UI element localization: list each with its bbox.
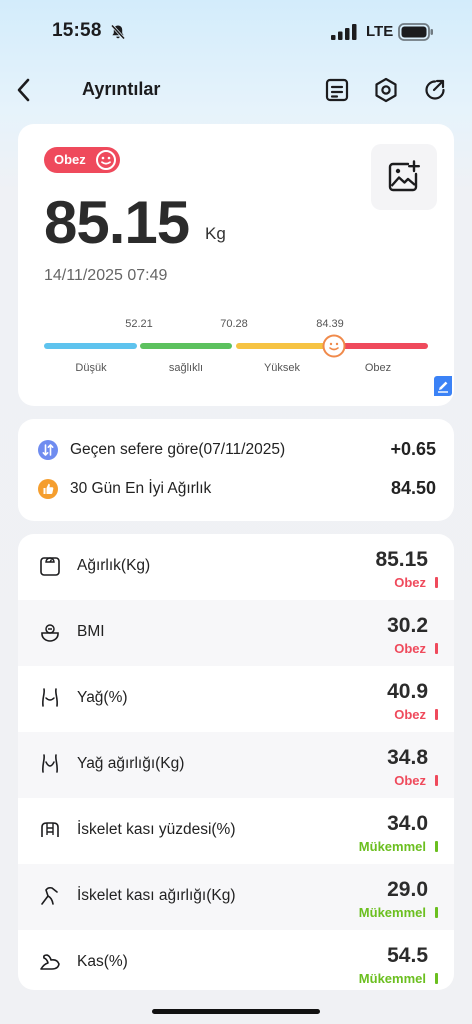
back-icon[interactable] [12,76,36,104]
home-indicator[interactable] [152,1009,320,1014]
signal-icon [331,24,357,40]
thumbs-up-icon [38,479,58,499]
metric-value: 34.0 [387,812,428,835]
scale-segment-high [236,343,328,349]
settings-icon[interactable] [372,76,400,104]
metric-label: Yağ ağırlığı(Kg) [77,755,185,772]
metric-status-indicator [435,709,438,720]
scale-segment-low [44,343,137,349]
share-icon[interactable] [421,76,449,104]
metric-status: Obez [394,575,426,590]
compare-row-last-time[interactable]: Geçen sefere göre(07/11/2025) +0.65 [38,438,438,462]
metrics-list: Ağırlık(Kg) 85.15 Obez BMI 30.2 Obez Yağ… [18,534,454,990]
metric-label: Kas(%) [77,953,128,970]
bell-muted-icon [110,24,126,40]
status-bar: 15:58 LTE [0,0,472,62]
metric-label: Ağırlık(Kg) [77,557,151,574]
weight-summary-card: Obez 85.15 Kg 14/11/2025 07:49 52.21 70.… [18,124,454,406]
metric-value: 30.2 [387,614,428,637]
muscle-mass-icon [41,886,58,905]
metric-status: Mükemmel [358,971,426,986]
status-badge-label: Obez [54,152,86,167]
metric-status-indicator [435,775,438,786]
battery-icon [398,23,433,41]
metric-status-indicator [435,907,438,918]
status-badge: Obez [44,147,120,173]
scale-segment-obese [332,343,428,349]
metric-status: Obez [394,773,426,788]
metric-status-indicator [435,841,438,852]
metric-row-weight[interactable]: Ağırlık(Kg) 85.15 Obez [18,534,454,600]
compare-row-best-weight[interactable]: 30 Gün En İyi Ağırlık 84.50 [38,477,438,501]
scale-label-obese: Obez [364,362,392,374]
body-fat-icon [41,688,59,707]
network-type: LTE [366,23,394,40]
app-header: Ayrıntılar [0,70,472,110]
threshold-high: 84.39 [316,318,344,330]
metric-row-skeletal-muscle-pct[interactable]: İskelet kası yüzdesi(%) 34.0 Mükemmel [18,798,454,864]
metric-row-skeletal-muscle-weight[interactable]: İskelet kası ağırlığı(Kg) 29.0 Mükemmel [18,864,454,930]
add-photo-button[interactable] [371,144,437,210]
scale-label-high: Yüksek [263,362,301,374]
metric-status: Mükemmel [358,905,426,920]
page-title: Ayrıntılar [82,79,161,99]
metric-value: 85.15 [375,548,428,571]
compare-value: +0.65 [390,439,436,459]
scale-segment-healthy [140,343,232,349]
metric-label: İskelet kası yüzdesi(%) [77,821,236,838]
metric-row-fat[interactable]: Yağ(%) 40.9 Obez [18,666,454,732]
metric-status-indicator [435,643,438,654]
edit-icon[interactable] [434,376,452,396]
metric-status-indicator [435,973,438,984]
metric-value: 40.9 [387,680,428,703]
measurement-date: 14/11/2025 07:49 [44,267,168,284]
skeletal-muscle-icon [41,822,59,837]
scale-label-healthy: sağlıklı [168,362,204,374]
compare-label: Geçen sefere göre(07/11/2025) [70,441,286,458]
status-time: 15:58 [52,20,102,41]
smiley-face-icon [96,150,116,170]
metric-status-indicator [435,577,438,588]
fat-weight-icon [41,754,59,773]
weight-unit: Kg [205,224,226,243]
metric-value: 34.8 [387,746,428,769]
bmi-icon [41,624,59,642]
metric-row-muscle[interactable]: Kas(%) 54.5 Mükemmel [18,930,454,990]
metric-status: Obez [394,641,426,656]
threshold-low: 52.21 [125,318,153,330]
metric-row-bmi[interactable]: BMI 30.2 Obez [18,600,454,666]
metric-label: Yağ(%) [77,689,128,706]
scale-label-low: Düşük [75,362,107,374]
weight-range-scale: 52.21 70.28 84.39 Düşük sağlıklı Yüksek … [44,314,428,374]
comparison-card: Geçen sefere göre(07/11/2025) +0.65 30 G… [18,419,454,521]
metric-label: BMI [77,623,105,640]
compare-arrows-icon [38,440,58,460]
best-weight-label: 30 Gün En İyi Ağırlık [70,480,212,497]
metric-row-fat-weight[interactable]: Yağ ağırlığı(Kg) 34.8 Obez [18,732,454,798]
best-weight-value: 84.50 [390,478,436,498]
add-image-icon [388,160,420,192]
threshold-healthy: 70.28 [220,318,248,330]
weight-value: 85.15 [44,189,190,256]
metric-status: Obez [394,707,426,722]
metric-label: İskelet kası ağırlığı(Kg) [77,887,236,904]
scale-icon [40,557,60,576]
metric-status: Mükemmel [358,839,426,854]
metric-value: 54.5 [387,944,428,967]
current-weight-marker-icon [322,334,346,358]
metric-value: 29.0 [387,878,428,901]
muscle-arm-icon [40,954,60,970]
report-icon[interactable] [323,76,351,104]
